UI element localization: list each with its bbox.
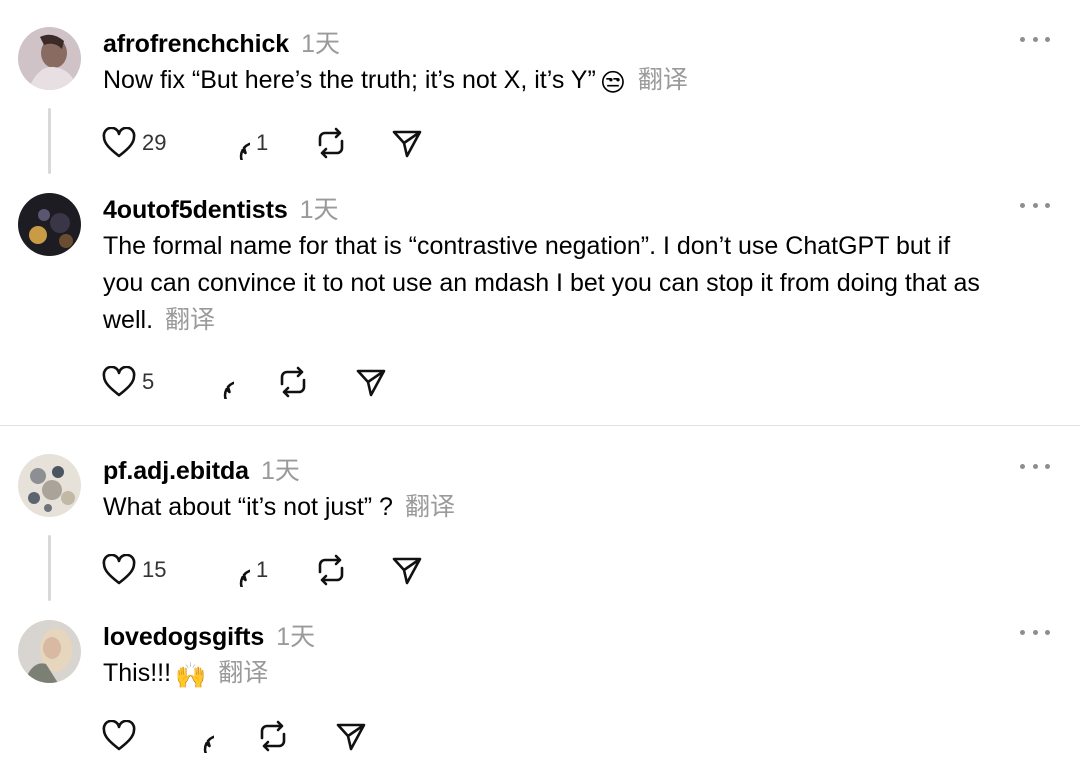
timestamp: 1天 — [301, 30, 340, 58]
repost-button[interactable] — [256, 718, 290, 754]
post-text-container: The formal name for that is “contrastive… — [103, 228, 1063, 339]
reply-button[interactable] — [180, 718, 214, 754]
comment-icon — [223, 381, 234, 399]
post-header: afrofrenchchick 1天 — [103, 24, 340, 58]
post-text-container: This!!! 🙌 翻译 — [103, 655, 1063, 695]
share-button[interactable] — [354, 364, 388, 400]
reply-count: 1 — [256, 130, 269, 155]
avatar[interactable] — [18, 27, 81, 90]
post-header: lovedogsgifts 1天 — [103, 617, 315, 651]
avatar-image — [18, 193, 81, 256]
username[interactable]: lovedogsgifts — [103, 623, 264, 652]
raising-hands-emoji: 🙌 — [175, 662, 207, 690]
translate-link[interactable]: 翻译 — [638, 66, 688, 94]
repost-button[interactable] — [276, 364, 310, 400]
comment-icon — [239, 569, 250, 587]
repost-button[interactable] — [314, 125, 348, 161]
like-count: 5 — [142, 369, 155, 394]
timestamp: 1天 — [260, 457, 300, 485]
post-text-container: Now fix “But here’s the truth; it’s not … — [103, 62, 1063, 102]
translate-link[interactable]: 翻译 — [165, 306, 215, 334]
repost-icon — [318, 554, 344, 586]
thread-line — [48, 535, 51, 601]
repost-icon — [280, 366, 306, 398]
reply-button[interactable]: 1 — [216, 125, 268, 161]
share-button[interactable] — [334, 718, 368, 754]
share-button[interactable] — [390, 125, 424, 161]
heart-icon — [102, 127, 136, 158]
avatar-image — [18, 27, 81, 90]
send-icon — [356, 369, 386, 397]
post-text: This!!! — [103, 659, 172, 687]
avatar-image — [18, 620, 81, 683]
repost-button[interactable] — [314, 552, 348, 588]
more-options-icon[interactable] — [1020, 34, 1050, 44]
send-icon — [392, 557, 422, 585]
heart-icon — [102, 554, 136, 585]
like-count: 29 — [142, 130, 167, 155]
more-options-icon[interactable] — [1020, 200, 1050, 210]
post-header: 4outof5dentists 1天 — [103, 190, 339, 224]
post-text-line: The formal name for that is “contrastive… — [103, 232, 951, 260]
post-text: What about “it’s not just” ? — [103, 493, 393, 521]
avatar[interactable] — [18, 620, 81, 683]
comment-icon — [203, 735, 214, 753]
unamused-face-emoji: 😒 — [599, 69, 626, 97]
timestamp: 1天 — [276, 623, 316, 651]
post-text-line: well. — [103, 306, 154, 334]
post-text-container: What about “it’s not just” ? 翻译 — [103, 489, 1063, 526]
comment-icon — [239, 142, 250, 160]
post-text-line: you can convince it to not use an mdash … — [103, 269, 980, 297]
post-text: Now fix “But here’s the truth; it’s not … — [103, 66, 596, 94]
avatar[interactable] — [18, 454, 81, 517]
avatar[interactable] — [18, 193, 81, 256]
more-options-icon[interactable] — [1020, 461, 1050, 471]
username[interactable]: pf.adj.ebitda — [103, 457, 249, 486]
send-icon — [336, 723, 366, 751]
like-button[interactable]: 5 — [102, 364, 154, 400]
username[interactable]: 4outof5dentists — [103, 196, 288, 225]
repost-icon — [318, 127, 344, 159]
reply-button[interactable] — [200, 364, 234, 400]
timestamp: 1天 — [299, 196, 339, 224]
send-icon — [392, 130, 422, 158]
username[interactable]: afrofrenchchick — [103, 30, 289, 59]
translate-link[interactable]: 翻译 — [218, 659, 268, 687]
post-header: pf.adj.ebitda 1天 — [103, 451, 300, 485]
thread-line — [48, 108, 51, 174]
heart-icon — [102, 720, 136, 751]
like-button[interactable] — [102, 718, 136, 754]
reply-count: 1 — [256, 557, 269, 582]
avatar-image — [18, 454, 81, 517]
like-count: 15 — [142, 557, 167, 582]
translate-link[interactable]: 翻译 — [405, 493, 455, 521]
reply-button[interactable]: 1 — [216, 552, 268, 588]
like-button[interactable]: 29 — [102, 125, 166, 161]
heart-icon — [102, 366, 136, 397]
share-button[interactable] — [390, 552, 424, 588]
thread-separator — [0, 425, 1080, 426]
repost-icon — [260, 720, 286, 752]
like-button[interactable]: 15 — [102, 552, 166, 588]
more-options-icon[interactable] — [1020, 627, 1050, 637]
